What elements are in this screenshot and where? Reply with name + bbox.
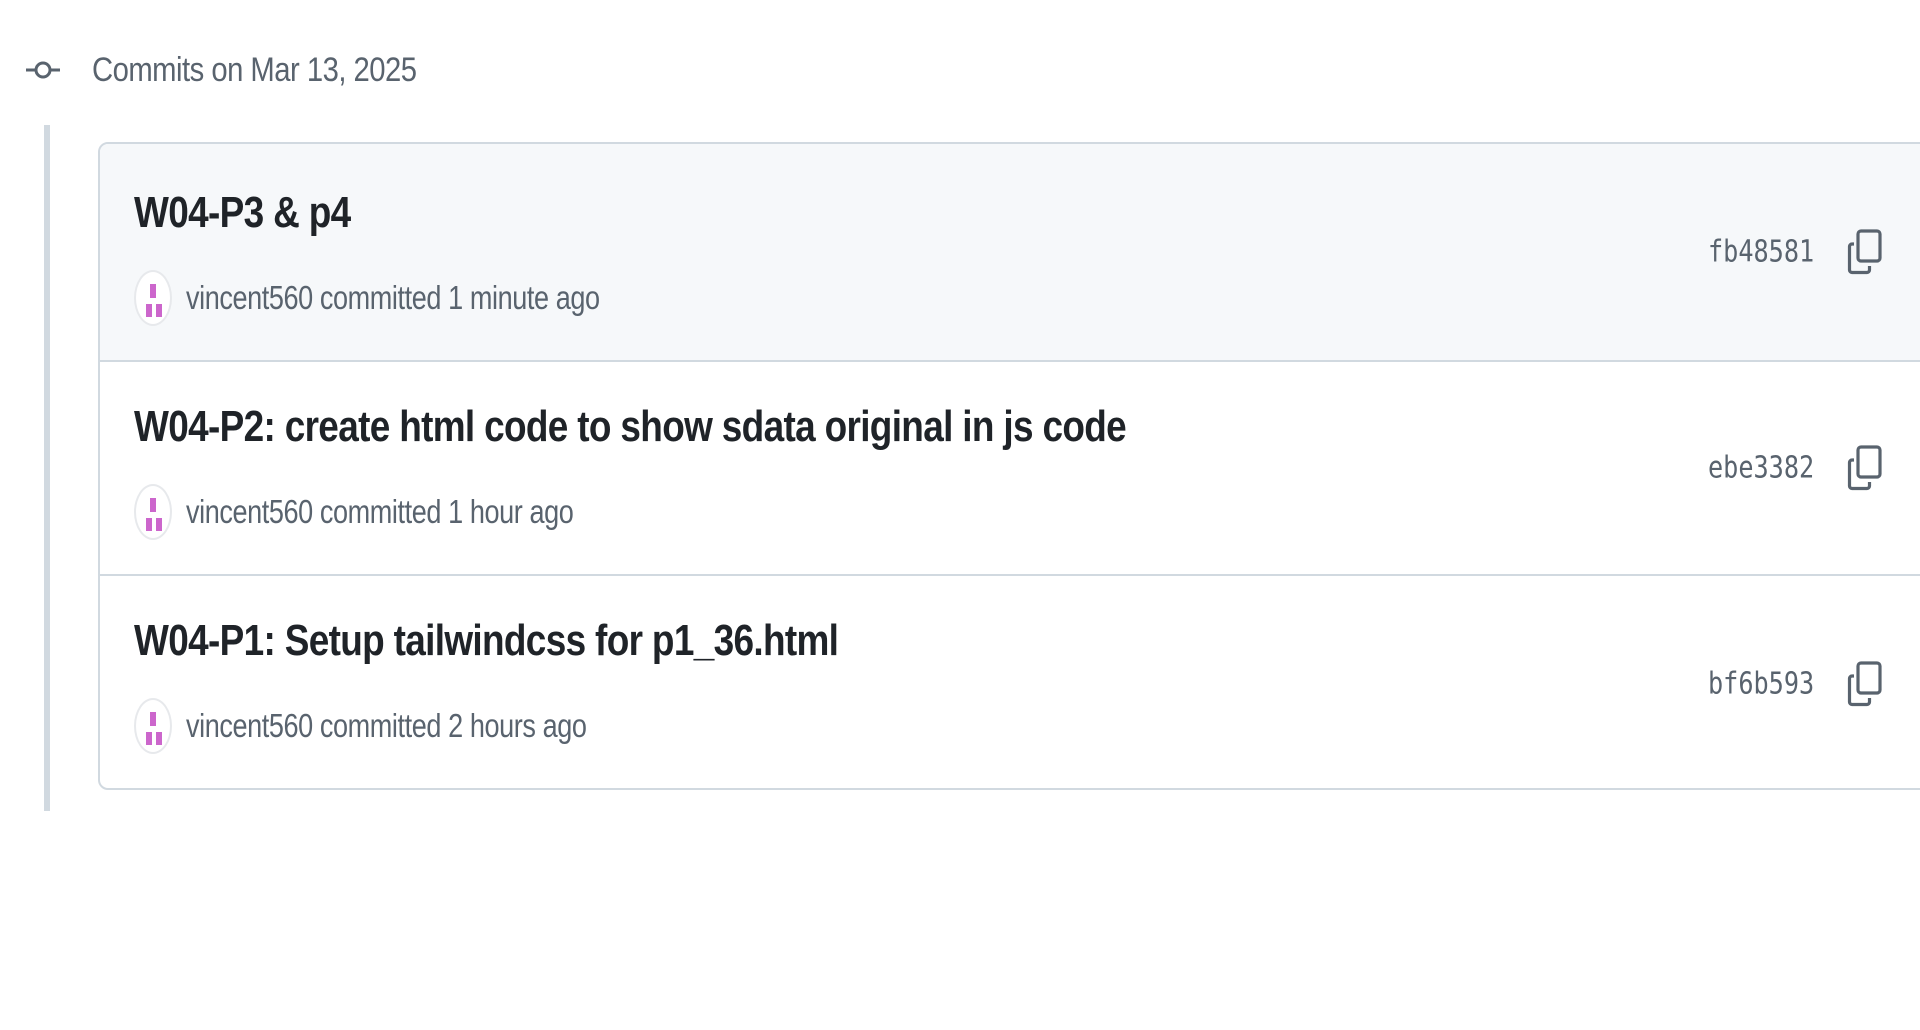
author-link[interactable]: vincent560 bbox=[186, 279, 313, 316]
git-commit-icon bbox=[26, 57, 60, 83]
commit-time: 1 minute ago bbox=[448, 279, 600, 316]
author-link[interactable]: vincent560 bbox=[186, 707, 313, 744]
commit-time: 2 hours ago bbox=[448, 707, 587, 744]
commit-meta-text: vincent560 committed 2 hours ago bbox=[186, 707, 587, 745]
commit-row: W04-P3 & p4 vincent560 committed 1 minut… bbox=[100, 144, 1920, 362]
browse-repo-button[interactable] bbox=[1914, 653, 1920, 715]
commit-sha-link[interactable]: bf6b593 bbox=[1708, 667, 1814, 702]
commit-sha-link[interactable]: fb48581 bbox=[1708, 235, 1814, 270]
commit-actions: fb48581 bbox=[1656, 144, 1920, 360]
commit-group-date-title: Commits on Mar 13, 2025 bbox=[92, 50, 417, 89]
copy-sha-button[interactable] bbox=[1838, 221, 1892, 283]
commit-meta: vincent560 committed 1 hour ago bbox=[134, 484, 659, 540]
copy-sha-button[interactable] bbox=[1838, 653, 1892, 715]
commit-meta: vincent560 committed 2 hours ago bbox=[134, 698, 675, 754]
commit-sha-link[interactable]: ebe3382 bbox=[1708, 451, 1814, 486]
author-link[interactable]: vincent560 bbox=[186, 493, 313, 530]
commit-action-label: committed bbox=[319, 279, 442, 316]
browse-repo-button[interactable] bbox=[1914, 221, 1920, 283]
commit-title-link[interactable]: W04-P1: Setup tailwindcss for p1_36.html bbox=[134, 616, 839, 666]
commit-meta-text: vincent560 committed 1 hour ago bbox=[186, 493, 574, 531]
commit-list: W04-P3 & p4 vincent560 committed 1 minut… bbox=[98, 142, 1920, 790]
commit-meta-text: vincent560 committed 1 minute ago bbox=[186, 279, 600, 317]
commit-group-header: Commits on Mar 13, 2025 bbox=[26, 44, 469, 96]
author-avatar[interactable] bbox=[134, 270, 172, 326]
commits-page: Commits on Mar 13, 2025 W04-P3 & p4 vinc… bbox=[0, 0, 1920, 1030]
copy-icon bbox=[1847, 229, 1882, 275]
commit-time: 1 hour ago bbox=[448, 493, 574, 530]
copy-icon bbox=[1847, 661, 1882, 707]
commit-action-label: committed bbox=[319, 493, 442, 530]
commit-meta: vincent560 committed 1 minute ago bbox=[134, 270, 691, 326]
commit-actions: ebe3382 bbox=[1656, 362, 1920, 574]
copy-icon bbox=[1847, 445, 1882, 491]
commit-row: W04-P2: create html code to show sdata o… bbox=[100, 362, 1920, 576]
author-avatar[interactable] bbox=[134, 484, 172, 540]
browse-repo-button[interactable] bbox=[1914, 437, 1920, 499]
copy-sha-button[interactable] bbox=[1838, 437, 1892, 499]
commit-row: W04-P1: Setup tailwindcss for p1_36.html… bbox=[100, 576, 1920, 788]
commit-title-link[interactable]: W04-P3 & p4 bbox=[134, 188, 351, 238]
commit-title-link[interactable]: W04-P2: create html code to show sdata o… bbox=[134, 402, 1127, 452]
commit-actions: bf6b593 bbox=[1656, 576, 1920, 788]
commit-action-label: committed bbox=[319, 707, 442, 744]
timeline-line bbox=[44, 125, 50, 811]
author-avatar[interactable] bbox=[134, 698, 172, 754]
